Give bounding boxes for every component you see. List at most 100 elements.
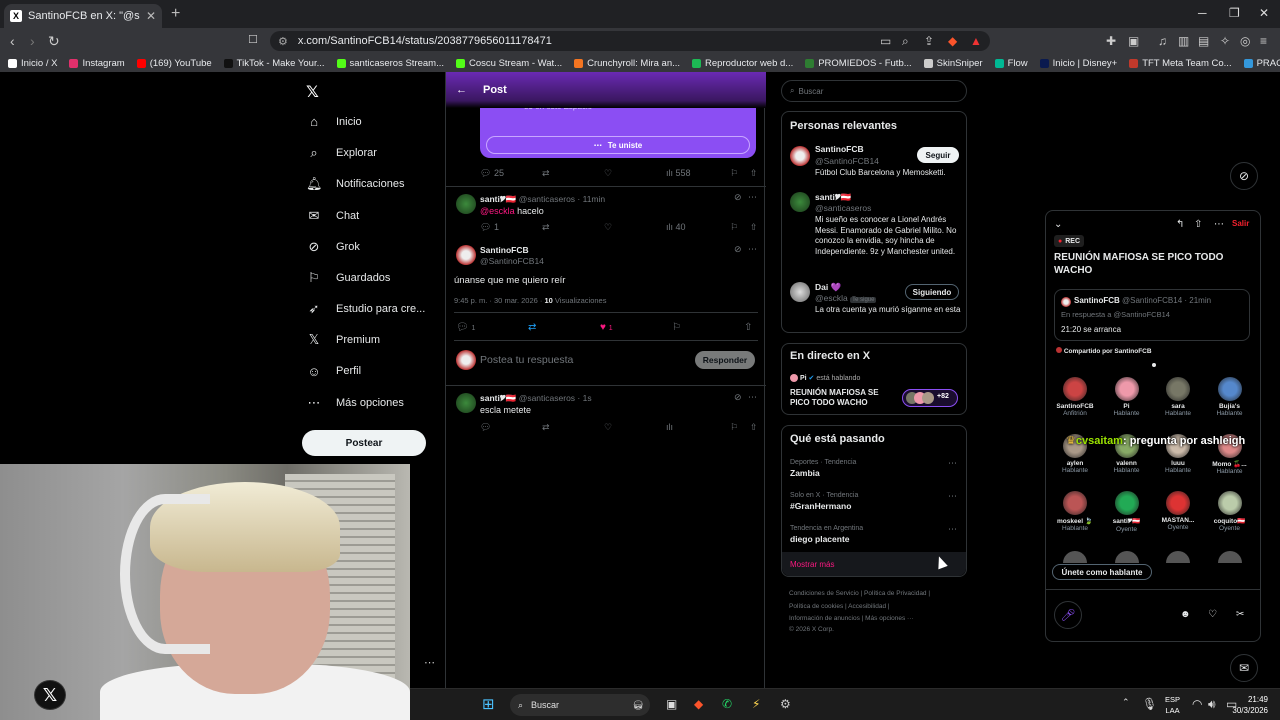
reactions-icon[interactable]: ♡ — [1208, 609, 1217, 620]
share-icon[interactable]: ⇧ — [750, 168, 758, 179]
bookmark-icon[interactable]: ⚐ — [730, 168, 738, 179]
leave-button[interactable]: Salir — [1232, 219, 1249, 228]
share-icon[interactable]: ⇧ — [750, 422, 758, 433]
speaker[interactable]: sara Hablante — [1153, 377, 1203, 417]
bookmark-page-icon[interactable]: ☐ — [248, 33, 258, 46]
avatar[interactable] — [790, 282, 810, 302]
trend-name[interactable]: Zambia — [790, 468, 820, 478]
liked-action[interactable]: ♥ 1 — [600, 322, 613, 333]
grok-float-icon[interactable]: ⊘ — [1230, 162, 1258, 190]
reply-action[interactable]: 💬︎ 25 — [480, 168, 504, 179]
trend-name[interactable]: diego placente — [790, 534, 850, 544]
webcam-more-icon[interactable]: ⋯ — [424, 656, 435, 669]
settings-icon[interactable]: ✂ — [1236, 609, 1244, 620]
bookmark-item[interactable]: santicaseros Stream... — [336, 58, 444, 69]
footer-link[interactable]: Política de cookies — [789, 603, 843, 610]
language-indicator[interactable]: ESP LAA — [1165, 694, 1180, 716]
like-icon[interactable]: ♡ — [604, 168, 612, 179]
messages-float-icon[interactable]: ✉ — [1230, 654, 1258, 682]
repost-icon[interactable]: ⇄ — [528, 322, 536, 333]
x-app-icon[interactable]: 𝕏 — [34, 680, 66, 710]
close-window-icon[interactable]: ✕ — [1259, 6, 1269, 20]
share-icon[interactable]: ⇧ — [750, 222, 758, 233]
reply-action[interactable]: 💬︎ 1 — [480, 222, 499, 233]
avatar[interactable] — [1114, 551, 1139, 563]
maximize-icon[interactable]: ❐ — [1229, 6, 1240, 20]
reply-action[interactable]: 💬︎ 1 — [456, 322, 475, 333]
sidebar-icon[interactable]: ▥ — [1178, 34, 1189, 48]
windows-start-icon[interactable]: ⊞ — [482, 695, 495, 713]
nav-item-inicio[interactable]: ⌂ Inicio — [306, 114, 362, 129]
live-space-title[interactable]: REUNIÓN MAFIOSA SE PICO TODO WACHO — [790, 388, 885, 408]
bookmark-item[interactable]: PRACC for Counter-... — [1243, 58, 1280, 69]
extensions-icon[interactable]: ✚ — [1106, 34, 1116, 48]
bookmark-icon[interactable]: ⚐ — [672, 322, 681, 333]
forward-icon[interactable]: › — [30, 33, 35, 49]
speaker[interactable]: moskeel 🍃 Hablante — [1050, 491, 1100, 532]
nav-item-perfil[interactable]: ☺ Perfil — [306, 364, 361, 379]
footer-link[interactable]: Más opciones ··· — [865, 615, 913, 622]
bookmark-item[interactable]: TFT Meta Team Co... — [1129, 58, 1232, 69]
person-name[interactable]: SantinoFCB — [815, 144, 864, 154]
footer-link[interactable]: Información de anuncios — [789, 615, 860, 622]
bookmark-item[interactable]: TikTok - Make Your... — [223, 58, 325, 69]
bookmark-item[interactable]: Inicio / X — [8, 58, 57, 69]
brave-shield-icon[interactable]: ◆ — [948, 34, 957, 48]
nav-item-chat[interactable]: ✉ Chat — [306, 208, 360, 224]
bookmark-item[interactable]: Inicio | Disney+ — [1039, 58, 1117, 69]
search-input[interactable]: ⌕ Buscar — [781, 80, 967, 102]
close-tab-icon[interactable]: ✕ — [146, 9, 156, 23]
share-icon[interactable]: ⇧ — [744, 322, 752, 333]
vpn-icon[interactable]: ◎ — [1240, 34, 1250, 48]
clock[interactable]: 21:49 30/3/2026 — [1232, 694, 1268, 716]
wifi-icon[interactable]: ◠ — [1192, 697, 1202, 711]
taskbar-search[interactable]: ⌕ Buscar 🍔︎ — [510, 694, 650, 716]
nav-item-guardados[interactable]: ⚐ Guardados — [306, 270, 390, 286]
reply-author[interactable]: santi🎔🇦🇹 @santicaseros · 11min — [480, 194, 605, 205]
x-logo-icon[interactable]: 𝕏 — [306, 82, 319, 102]
person-name[interactable]: Dai 💜 — [815, 282, 841, 293]
people-icon[interactable]: ☻ — [1180, 609, 1191, 620]
bookmark-item[interactable]: SkinSniper — [923, 58, 983, 69]
more-icon[interactable]: ⋯ — [948, 491, 957, 502]
like-icon[interactable]: ♡ — [604, 222, 612, 233]
bookmark-item[interactable]: Flow — [994, 58, 1028, 69]
reply-button[interactable]: Responder — [695, 351, 755, 369]
person-handle[interactable]: @SantinoFCB14 — [815, 156, 879, 166]
site-info-icon[interactable]: ⚙ — [278, 35, 288, 48]
brave-taskbar-icon[interactable]: ◆ — [694, 697, 703, 711]
grok-icon[interactable]: ⊘ — [734, 244, 742, 255]
avatar[interactable] — [456, 194, 476, 214]
avatar[interactable] — [456, 245, 476, 265]
more-icon[interactable]: ⋯ — [948, 458, 957, 469]
menu-icon[interactable]: ≡ — [1260, 34, 1267, 48]
tray-chevron-icon[interactable]: ⌃ — [1122, 697, 1130, 708]
speaker[interactable]: MASTAN... Oyente — [1153, 491, 1203, 531]
speaker[interactable]: Pi Hablante — [1102, 377, 1152, 417]
nav-item-notificaciones[interactable]: 🔔︎ Notificaciones — [306, 176, 404, 192]
speaker[interactable]: coquito🇦🇹 Oyente — [1205, 491, 1255, 532]
avatar[interactable] — [1166, 551, 1190, 563]
reply-icon[interactable]: ↰ — [1176, 219, 1184, 230]
back-arrow-icon[interactable]: ← — [456, 84, 467, 96]
trend-name[interactable]: #GranHermano — [790, 501, 851, 511]
app-icon[interactable]: ⚡ — [752, 697, 760, 711]
repost-icon[interactable]: ⇄ — [542, 168, 550, 179]
bookmark-item[interactable]: Crunchyroll: Mira an... — [574, 58, 680, 69]
more-icon[interactable]: ⋯ — [948, 524, 957, 535]
cast-icon[interactable]: ▭ — [880, 34, 891, 48]
new-tab-icon[interactable]: + — [171, 5, 180, 23]
post-handle[interactable]: @SantinoFCB14 — [480, 256, 544, 266]
reply-author[interactable]: santi🎔🇦🇹 @santicaseros · 1s — [480, 393, 592, 404]
bookmark-item[interactable]: (169) YouTube — [136, 58, 212, 69]
whatsapp-icon[interactable]: ✆ — [722, 697, 732, 711]
bookmark-icon[interactable]: ⚐ — [730, 222, 738, 233]
nav-item-explorar[interactable]: ⌕ Explorar — [306, 145, 377, 161]
bookmark-item[interactable]: Instagram — [69, 58, 125, 69]
nav-item-premium[interactable]: 𝕏 Premium — [306, 332, 380, 348]
repost-icon[interactable]: ⇄ — [542, 222, 550, 233]
quoted-tweet[interactable]: SantinoFCB @SantinoFCB14 · 21min En resp… — [1054, 289, 1250, 341]
wallet-icon[interactable]: ▤ — [1198, 34, 1209, 48]
microphone-tray-icon[interactable]: 🎙︎ — [1142, 697, 1157, 711]
back-icon[interactable]: ‹ — [10, 33, 15, 49]
